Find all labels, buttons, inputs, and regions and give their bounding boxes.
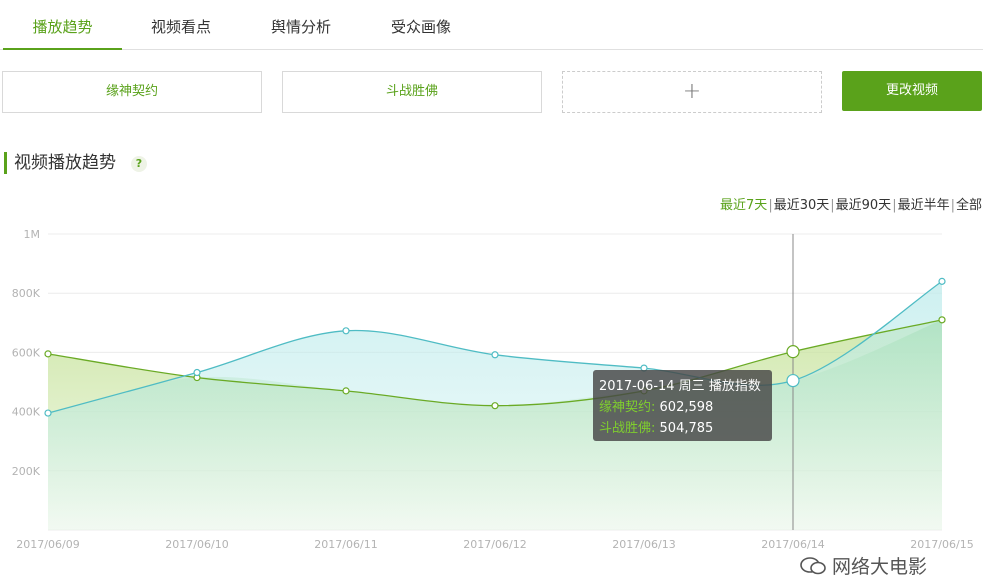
y-tick-label: 400K — [12, 406, 41, 419]
tab-sentiment[interactable]: 舆情分析 — [252, 0, 350, 50]
tab-bar: 播放趋势 视频看点 舆情分析 受众画像 — [0, 0, 983, 50]
section-title: 视频播放趋势 — [4, 152, 116, 174]
range-7-days[interactable]: 最近7天 — [720, 198, 767, 213]
series-point-b — [193, 368, 201, 377]
range-separator: | — [950, 198, 955, 213]
tooltip-series-b-label: 斗战胜佛: — [599, 421, 656, 436]
series-point-b — [342, 327, 350, 335]
y-tick-label: 600K — [12, 346, 41, 359]
x-axis-ticks: 2017/06/09 2017/06/10 2017/06/11 2017/06/12… — [16, 538, 973, 551]
x-tick-label: 2017/06/09 — [16, 538, 79, 551]
tab-video-highlights[interactable]: 视频看点 — [132, 0, 230, 50]
series-point-a — [491, 402, 499, 410]
tab-play-trend[interactable]: 播放趋势 — [3, 0, 122, 50]
watermark: 网络大电影 — [800, 552, 927, 576]
x-tick-label: 2017/06/12 — [463, 538, 526, 551]
range-selector: 最近7天|最近30天|最近90天|最近半年|全部 — [720, 194, 982, 213]
y-axis-ticks: 200K 400K 600K 800K 1M — [12, 228, 41, 478]
help-icon[interactable]: ? — [131, 156, 147, 172]
add-video-button[interactable]: + — [562, 71, 822, 113]
range-separator: | — [892, 198, 897, 213]
x-tick-label: 2017/06/10 — [165, 538, 228, 551]
tab-audience[interactable]: 受众画像 — [372, 0, 470, 50]
compare-slot-1[interactable]: 缘神契约 — [2, 71, 262, 113]
range-separator: | — [830, 198, 835, 213]
series-point-b — [44, 409, 52, 417]
x-tick-label: 2017/06/11 — [314, 538, 377, 551]
series-point-a — [786, 345, 800, 359]
range-all[interactable]: 全部 — [956, 198, 982, 213]
range-90-days[interactable]: 最近90天 — [836, 198, 892, 213]
x-tick-label: 2017/06/13 — [612, 538, 675, 551]
series-point-a — [342, 387, 350, 395]
range-separator: | — [768, 198, 773, 213]
watermark-text: 网络大电影 — [832, 556, 928, 576]
range-30-days[interactable]: 最近30天 — [774, 198, 830, 213]
y-tick-label: 800K — [12, 287, 41, 300]
y-tick-label: 1M — [24, 228, 41, 241]
tooltip-series-a-value: 602,598 — [659, 400, 714, 415]
series-point-b — [938, 277, 946, 285]
tooltip-header: 2017-06-14 周三 播放指数 — [599, 379, 761, 394]
series-point-a — [44, 350, 52, 358]
series-point-a — [938, 316, 946, 324]
change-video-button[interactable]: 更改视频 — [842, 71, 982, 111]
compare-slot-2[interactable]: 斗战胜佛 — [282, 71, 542, 113]
tooltip-series-b-value: 504,785 — [659, 421, 714, 436]
x-tick-label: 2017/06/14 — [761, 538, 824, 551]
wechat-icon — [800, 557, 826, 575]
series-point-b — [786, 373, 800, 388]
tooltip-series-a-label: 缘神契约: — [599, 400, 656, 415]
y-tick-label: 200K — [12, 465, 41, 478]
play-trend-chart: 200K400K600K800K1M 2017/06/09 2017/06/10 2… — [12, 228, 974, 551]
series-point-b — [491, 351, 499, 359]
range-half-year[interactable]: 最近半年 — [898, 198, 950, 213]
x-tick-label: 2017/06/15 — [910, 538, 973, 551]
chart-tooltip: 2017-06-14 周三 播放指数 缘神契约: 602,598 斗战胜佛: 5… — [593, 370, 772, 441]
